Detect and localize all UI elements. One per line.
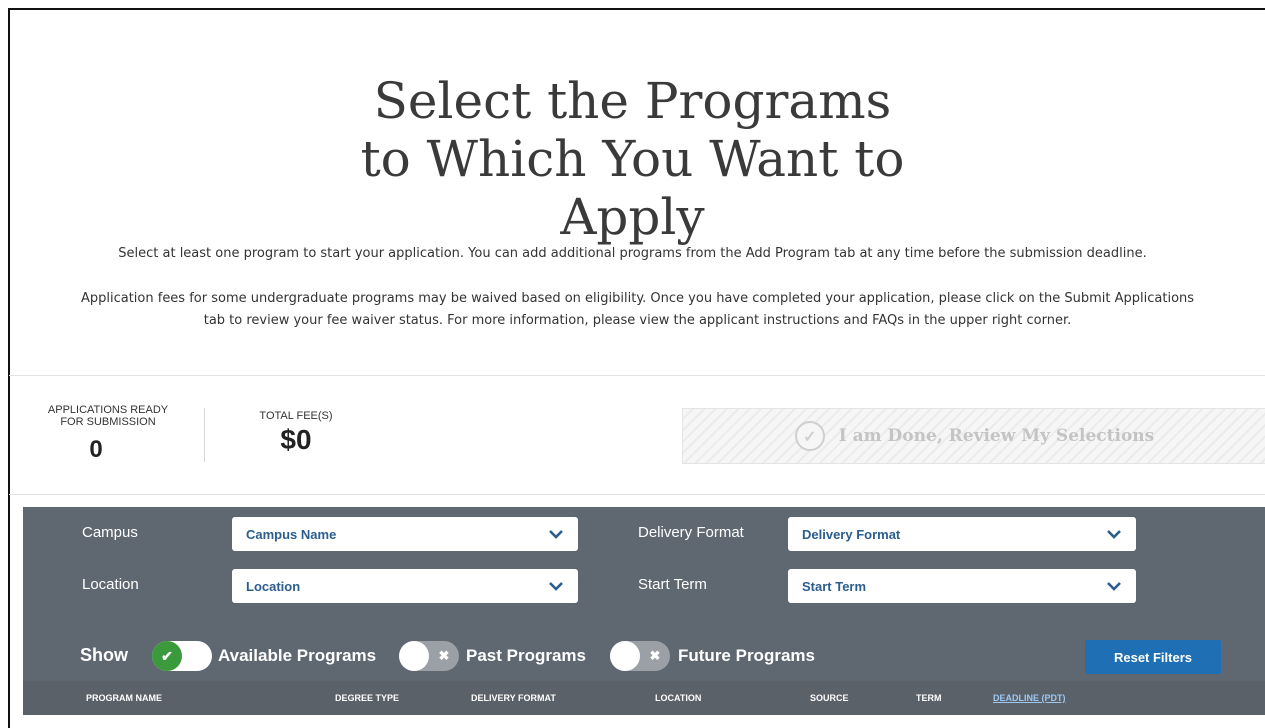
divider-top bbox=[9, 375, 1265, 376]
chevron-down-icon bbox=[1106, 526, 1122, 542]
table-header: PROGRAM NAME DEGREE TYPE DELIVERY FORMAT… bbox=[23, 681, 1265, 715]
done-review-button[interactable]: ✓ I am Done, Review My Selections bbox=[682, 408, 1265, 464]
campus-select[interactable]: Campus Name bbox=[232, 517, 578, 551]
done-review-label: I am Done, Review My Selections bbox=[838, 426, 1155, 446]
column-source[interactable]: SOURCE bbox=[810, 693, 849, 703]
title-line-2: to Which You Want to bbox=[360, 129, 905, 188]
total-fee-value: $0 bbox=[280, 424, 312, 455]
column-degree-type[interactable]: DEGREE TYPE bbox=[335, 693, 399, 703]
delivery-format-label: Delivery Format bbox=[638, 524, 744, 541]
chevron-down-icon bbox=[548, 526, 564, 542]
apps-ready-label: APPLICATIONS READY FOR SUBMISSION bbox=[26, 404, 190, 428]
delivery-format-select-value: Delivery Format bbox=[802, 526, 901, 542]
delivery-format-select[interactable]: Delivery Format bbox=[788, 517, 1136, 551]
page-title: Select the Programs to Which You Want to… bbox=[0, 72, 1265, 246]
column-location[interactable]: LOCATION bbox=[655, 693, 701, 703]
chevron-down-icon bbox=[548, 578, 564, 594]
campus-select-value: Campus Name bbox=[246, 526, 337, 542]
apps-ready-label-line-2: FOR SUBMISSION bbox=[60, 416, 156, 428]
intro-text-2a: Application fees for some undergraduate … bbox=[80, 291, 1195, 306]
close-icon: ✖ bbox=[438, 648, 450, 663]
total-fee-label: TOTAL FEE(S) bbox=[259, 410, 333, 422]
apps-ready-label-line-1: APPLICATIONS READY bbox=[47, 404, 169, 416]
intro-text-2b: tab to review your fee waiver status. Fo… bbox=[203, 313, 1072, 328]
location-select[interactable]: Location bbox=[232, 569, 578, 603]
location-select-value: Location bbox=[246, 578, 301, 594]
column-delivery-format[interactable]: DELIVERY FORMAT bbox=[471, 693, 556, 703]
location-label: Location bbox=[82, 576, 139, 593]
column-deadline-link[interactable]: DEADLINE (PDT) bbox=[993, 693, 1066, 703]
show-label: Show bbox=[80, 645, 128, 665]
toggle-knob bbox=[399, 641, 429, 671]
start-term-select[interactable]: Start Term bbox=[788, 569, 1136, 603]
past-programs-toggle[interactable]: ✖ bbox=[399, 641, 459, 671]
available-programs-toggle[interactable]: ✔ bbox=[152, 641, 212, 671]
campus-label: Campus bbox=[82, 524, 138, 541]
divider-bottom bbox=[9, 494, 1265, 495]
available-programs-label: Available Programs bbox=[218, 646, 377, 665]
title-line-3: Apply bbox=[560, 187, 705, 246]
apps-ready-count: 0 bbox=[89, 436, 103, 463]
start-term-label: Start Term bbox=[638, 576, 707, 593]
chevron-down-icon bbox=[1106, 578, 1122, 594]
title-line-1: Select the Programs bbox=[373, 71, 892, 130]
summary-divider bbox=[204, 408, 205, 462]
column-program-name[interactable]: PROGRAM NAME bbox=[86, 693, 162, 703]
close-icon: ✖ bbox=[649, 648, 661, 663]
intro-text-2: Application fees for some undergraduate … bbox=[30, 288, 1245, 332]
future-programs-label: Future Programs bbox=[678, 646, 815, 665]
toggle-knob bbox=[610, 641, 640, 671]
check-circle-icon: ✓ bbox=[794, 421, 825, 451]
future-programs-toggle[interactable]: ✖ bbox=[610, 641, 670, 671]
check-icon: ✔ bbox=[152, 641, 182, 671]
column-term[interactable]: TERM bbox=[916, 693, 942, 703]
reset-filters-button[interactable]: Reset Filters bbox=[1085, 640, 1221, 674]
intro-text-1: Select at least one program to start you… bbox=[118, 246, 1147, 261]
past-programs-label: Past Programs bbox=[466, 646, 586, 665]
start-term-select-value: Start Term bbox=[802, 578, 867, 594]
